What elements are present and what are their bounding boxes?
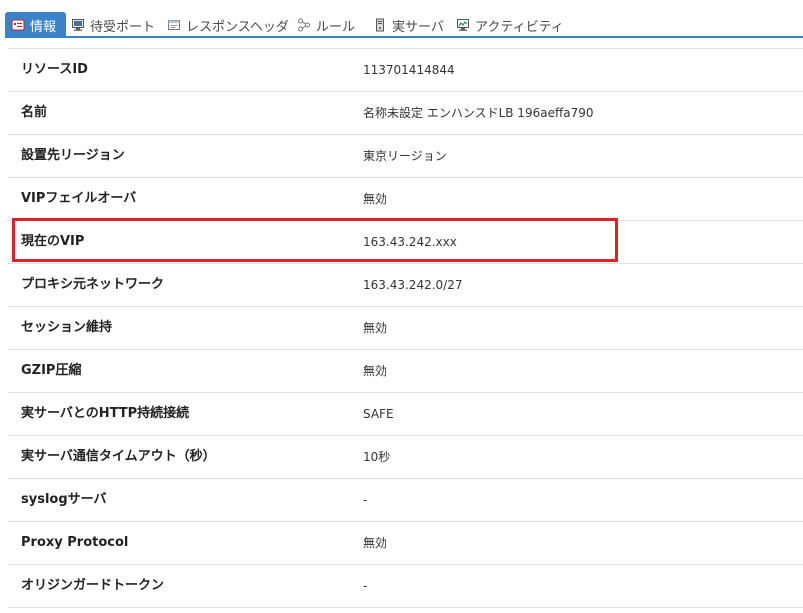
info-table: リソースID 113701414844 名前 名称未設定 エンハンスドLB 19… — [8, 48, 803, 608]
table-row-syslog: syslogサーバ - — [8, 479, 803, 522]
tab-label: アクティビティ — [475, 19, 564, 35]
table-row-origin-guard-token: オリジンガードトークン - — [8, 565, 803, 608]
table-row-gzip: GZIP圧縮 無効 — [8, 350, 803, 393]
row-label: 設置先リージョン — [21, 148, 125, 163]
row-label: セッション維持 — [21, 320, 113, 335]
row-label: 現在のVIP — [21, 234, 85, 249]
table-row-region: 設置先リージョン 東京リージョン — [8, 135, 803, 178]
table-row-vip-failover: VIPフェイルオーバ 無効 — [8, 178, 803, 221]
tab-response-headers[interactable]: レスポンスヘッダ — [167, 12, 289, 38]
tab-rules[interactable]: ルール — [297, 12, 355, 38]
table-row-current-vip: 現在のVIP 163.43.242.xxx — [8, 221, 803, 264]
row-value: 無効 — [363, 536, 388, 550]
tab-bar: 情報 待受ポート レスポンスヘッダ ルール 実サーバ アクティビティ — [5, 10, 803, 38]
branch-icon — [297, 18, 311, 32]
row-value: SAFE — [363, 407, 394, 421]
row-label: 実サーバ通信タイムアウト（秒） — [21, 449, 216, 464]
server-icon — [373, 18, 387, 32]
monitor-icon — [71, 18, 85, 32]
table-row-session-persistence: セッション維持 無効 — [8, 307, 803, 350]
row-value: 名称未設定 エンハンスドLB 196aeffa790 — [363, 106, 594, 120]
row-value: 東京リージョン — [363, 149, 447, 163]
row-label: 実サーバとのHTTP持続接続 — [21, 406, 190, 421]
tab-label: 実サーバ — [392, 19, 444, 35]
tab-label: 待受ポート — [90, 19, 156, 35]
table-row-http-keepalive: 実サーバとのHTTP持続接続 SAFE — [8, 393, 803, 436]
table-row-proxy-protocol: Proxy Protocol 無効 — [8, 522, 803, 565]
row-label: プロキシ元ネットワーク — [21, 277, 165, 292]
row-label: 名前 — [21, 105, 48, 120]
table-row-resource-id: リソースID 113701414844 — [8, 49, 803, 92]
tab-activity[interactable]: アクティビティ — [456, 12, 564, 38]
row-value: 無効 — [363, 364, 388, 378]
row-value: 113701414844 — [363, 63, 455, 77]
row-label: VIPフェイルオーバ — [21, 191, 137, 206]
tab-label: レスポンスヘッダ — [186, 19, 289, 35]
row-value: 無効 — [363, 321, 388, 335]
row-value: 163.43.242.xxx — [363, 235, 457, 249]
row-label: オリジンガードトークン — [21, 578, 165, 593]
chart-monitor-icon — [456, 18, 470, 32]
row-value: - — [363, 493, 368, 507]
tab-label: 情報 — [30, 19, 57, 35]
tab-ports[interactable]: 待受ポート — [71, 12, 155, 38]
row-label: Proxy Protocol — [21, 535, 129, 550]
window-icon — [167, 18, 181, 32]
row-label: リソースID — [21, 62, 88, 77]
row-value: 163.43.242.0/27 — [363, 278, 463, 292]
tab-info[interactable]: 情報 — [5, 12, 66, 38]
table-row-timeout: 実サーバ通信タイムアウト（秒） 10秒 — [8, 436, 803, 479]
row-value: 無効 — [363, 192, 388, 206]
row-value: - — [363, 579, 368, 593]
info-card-icon — [11, 18, 25, 32]
table-row-name: 名前 名称未設定 エンハンスドLB 196aeffa790 — [8, 92, 803, 135]
row-label: GZIP圧縮 — [21, 363, 82, 378]
tab-label: ルール — [316, 19, 356, 35]
row-value: 10秒 — [363, 450, 391, 464]
tab-real-servers[interactable]: 実サーバ — [373, 12, 444, 38]
row-label: syslogサーバ — [21, 492, 107, 507]
table-row-proxy-network: プロキシ元ネットワーク 163.43.242.0/27 — [8, 264, 803, 307]
